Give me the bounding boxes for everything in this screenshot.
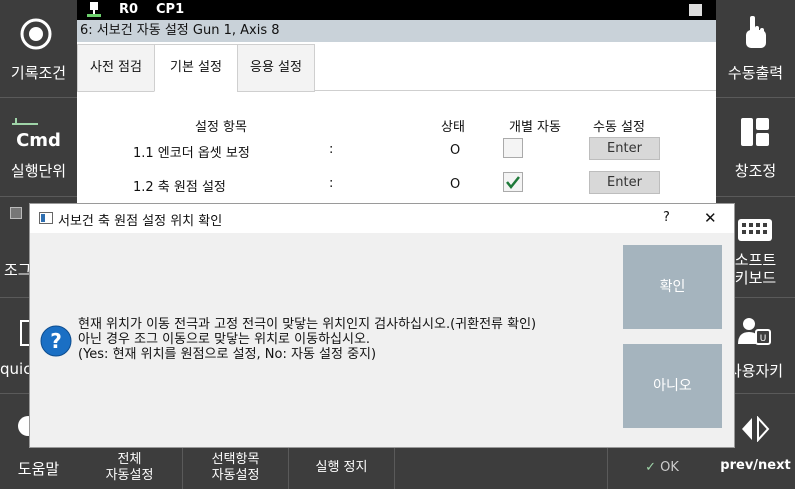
robot-id: R0	[119, 2, 139, 17]
manual-output-label: 수동출력	[727, 64, 784, 82]
hand-pointer-icon	[746, 16, 766, 48]
column-header-status: 상태	[441, 120, 465, 135]
robot-status-icon	[87, 2, 101, 17]
row-status: O	[450, 177, 461, 192]
keyboard-icon	[738, 219, 772, 241]
window-title-bar: 6: 서보건 자동 설정 Gun 1, Axis 8	[77, 20, 716, 42]
manual-output-button[interactable]: 수동출력	[716, 0, 795, 97]
status-bar: R0 CP1	[77, 0, 716, 20]
column-header-item: 설정 항목	[195, 120, 247, 135]
user-key-icon: U	[738, 318, 771, 345]
svg-text:?: ?	[50, 329, 62, 353]
dialog-title-bar: 서보건 축 원점 설정 위치 확인 ? ✕	[30, 204, 734, 233]
window-arrange-button[interactable]: 창조정	[716, 98, 795, 196]
stop-label: 실행 정지	[315, 460, 368, 475]
column-header-manual: 수동 설정	[593, 120, 645, 135]
page-icon	[689, 4, 702, 16]
row-status: O	[450, 143, 461, 158]
ok-button[interactable]: ✓ OK	[608, 447, 716, 489]
dialog-title: 서보건 축 원점 설정 위치 확인	[58, 214, 223, 229]
prev-next-icon	[742, 416, 770, 442]
auto-all-button[interactable]: 전체 자동설정	[77, 447, 183, 489]
question-icon: ?	[40, 325, 72, 357]
ok-label: OK	[660, 460, 679, 475]
auto-all-label-1: 전체	[117, 452, 142, 467]
layout-icon	[741, 118, 769, 146]
check-icon: ✓	[645, 460, 656, 475]
tab-advanced-settings[interactable]: 응용 설정	[237, 44, 315, 92]
row-item-label: 1.2 축 원점 설정	[133, 180, 226, 195]
program-name: CP1	[156, 2, 185, 17]
auto-all-label-2: 자동설정	[105, 468, 154, 483]
dialog-message: 현재 위치가 이동 전극과 고정 전극이 맞닿는 위치인지 검사하십시오.(귀환…	[78, 317, 536, 362]
step-icon	[12, 118, 38, 125]
auto-checkbox[interactable]	[503, 138, 523, 158]
bottom-function-bar: 전체 자동설정 선택항목 자동설정 실행 정지 ✓ OK	[77, 447, 716, 489]
column-header-auto: 개별 자동	[509, 120, 561, 135]
empty-slot	[395, 447, 608, 489]
record-condition-label: 기록조건	[10, 64, 67, 82]
help-label: 도움말	[17, 460, 60, 478]
confirm-dialog: 서보건 축 원점 설정 위치 확인 ? ✕ ? 현재 위치가 이동 전극과 고정…	[29, 203, 735, 448]
close-icon[interactable]: ✕	[704, 209, 717, 227]
enter-button[interactable]: Enter	[589, 171, 660, 194]
tab-basic-settings[interactable]: 기본 설정	[154, 44, 238, 92]
auto-checkbox[interactable]	[503, 172, 523, 192]
row-item-label: 1.1 엔코더 옵셋 보정	[133, 146, 250, 161]
stop-button[interactable]: 실행 정지	[289, 447, 395, 489]
no-button[interactable]: 아니오	[623, 344, 722, 428]
tab-precheck[interactable]: 사전 점검	[77, 44, 155, 92]
auto-selected-button[interactable]: 선택항목 자동설정	[183, 447, 289, 489]
record-condition-button[interactable]: 기록조건	[0, 0, 77, 97]
exec-unit-button[interactable]: Cmd 실행단위	[0, 98, 77, 196]
auto-selected-label-2: 자동설정	[211, 468, 260, 483]
prev-next-label: prev/next	[720, 458, 791, 473]
message-line: (Yes: 현재 위치를 원점으로 설정, No: 자동 설정 중지)	[78, 347, 377, 362]
checkmark-icon	[506, 176, 520, 190]
window-title: 6: 서보건 자동 설정 Gun 1, Axis 8	[80, 23, 280, 38]
enter-button[interactable]: Enter	[589, 137, 660, 160]
cmd-label: Cmd	[16, 130, 61, 151]
window-arrange-label: 창조정	[734, 162, 777, 180]
app-window-icon	[39, 212, 53, 224]
auto-selected-label-1: 선택항목	[211, 452, 260, 467]
row-colon: :	[329, 176, 334, 191]
message-line: 현재 위치가 이동 전극과 고정 전극이 맞닿는 위치인지 검사하십시오.(귀환…	[78, 317, 537, 332]
help-icon[interactable]: ?	[663, 210, 670, 225]
record-icon	[20, 18, 52, 50]
row-colon: :	[329, 142, 334, 157]
message-line: 아닌 경우 조그 이동으로 맞닿는 위치로 이동하십시오.	[78, 332, 371, 347]
exec-unit-label: 실행단위	[10, 162, 67, 180]
yes-button[interactable]: 확인	[623, 245, 722, 329]
jog-checkbox-icon	[10, 207, 22, 219]
svg-text:U: U	[760, 334, 767, 344]
